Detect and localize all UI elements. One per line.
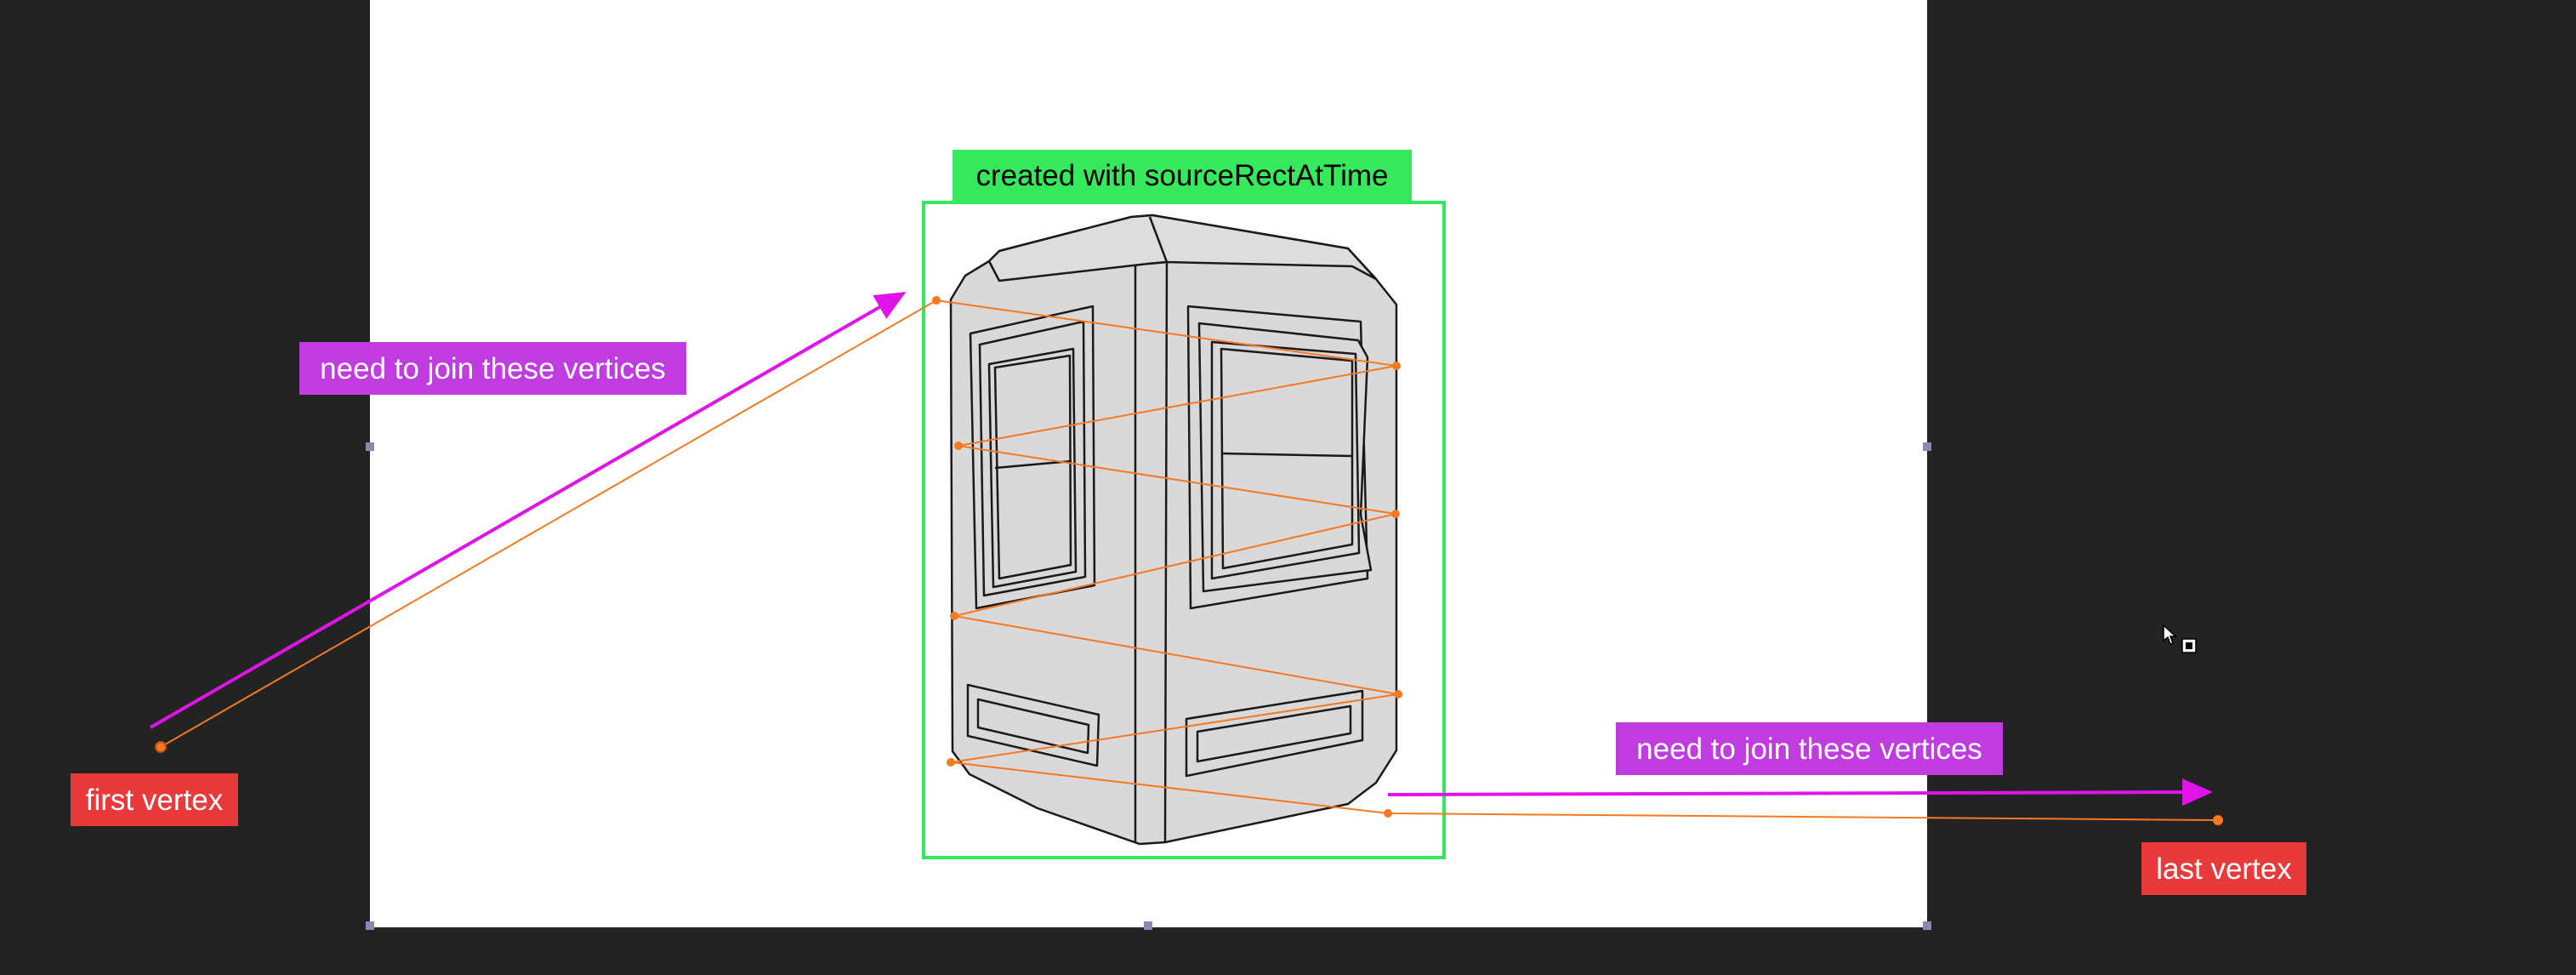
join-vertices-label-right: need to join these vertices [1616,722,2003,775]
source-rect-label: created with sourceRectAtTime [952,150,1412,201]
handle-bottom-left[interactable] [366,921,374,930]
vertex[interactable] [954,442,963,450]
vertex[interactable] [947,758,955,767]
composition-viewer[interactable]: created with sourceRectAtTime need to jo… [0,0,2576,975]
join-vertices-label-left: need to join these vertices [299,342,686,395]
vertex[interactable] [1392,362,1401,370]
first-vertex-label: first vertex [71,773,238,826]
annotation-arrow-right [1387,778,2213,807]
vertex[interactable] [932,296,941,305]
vertex[interactable] [950,612,958,620]
right-window-pane-2 [1220,347,1354,570]
last-vertex-label: last vertex [2141,842,2306,895]
vertex-last[interactable] [2213,815,2223,825]
handle-bottom-center[interactable] [1144,921,1152,930]
handle-bottom-right[interactable] [1923,921,1931,930]
vertex[interactable] [1384,809,1392,818]
vertex[interactable] [1394,690,1402,698]
pen-tool-cursor-icon [2163,624,2197,653]
handle-middle-right[interactable] [1923,442,1931,451]
viewer-overlay [150,201,2223,930]
vertex[interactable] [1391,510,1400,518]
handle-middle-left[interactable] [366,442,374,451]
vertex-first[interactable] [155,741,167,753]
